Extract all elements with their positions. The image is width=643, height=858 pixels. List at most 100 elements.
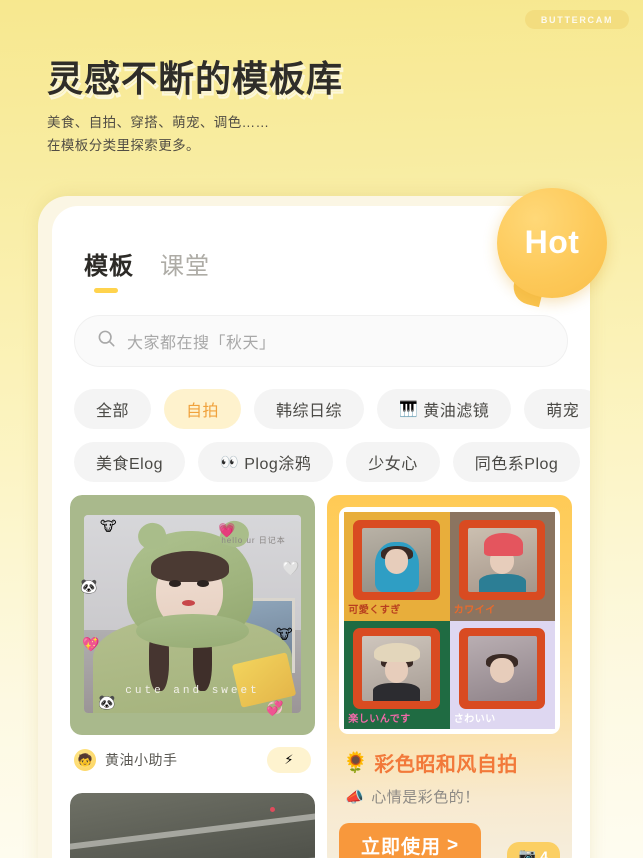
cow-sticker: 🐮 xyxy=(100,518,117,534)
hot-badge-circle: Hot xyxy=(497,188,607,298)
search-icon xyxy=(97,329,116,353)
photo-road-line xyxy=(70,807,315,852)
brand-name: BUTTERCAM xyxy=(540,14,614,25)
photo-face xyxy=(490,658,514,683)
heart-sticker: 💖 xyxy=(82,636,100,652)
photo-subject-bangs xyxy=(151,550,230,583)
chip-label: 萌宠 xyxy=(546,403,580,420)
photo-beanie xyxy=(484,532,523,556)
chip-selfie[interactable]: 自拍 xyxy=(164,389,242,429)
photo-lips xyxy=(181,600,195,607)
photo-inner xyxy=(467,636,537,701)
chip-same-color-plog[interactable]: 同色系Plog xyxy=(452,442,581,482)
chip-label: Plog涂鸦 xyxy=(244,456,312,473)
grid-photo-2: カワイイ xyxy=(449,512,555,621)
photo-subject-scarf xyxy=(136,614,249,648)
panda-sticker: 🐼 xyxy=(80,578,98,594)
piano-icon: 🎹 xyxy=(399,400,419,418)
tab-templates-label: 模板 xyxy=(84,253,134,280)
grid-photo-caption: カワイイ xyxy=(453,605,496,617)
scalloped-frame xyxy=(353,519,440,600)
card-meta-row: 🧒 黄油小助手 ⚡ xyxy=(70,735,315,781)
template-card-live[interactable]: LIVE! シリーズ もっ xyxy=(70,793,315,858)
grid-photo-caption: 楽しいんです xyxy=(348,713,411,725)
chip-label: 黄油滤镜 xyxy=(423,403,490,420)
eyes-icon: 👀 xyxy=(220,453,240,471)
hero-section: 灵感不断的模板库 灵感不断的模板库 美食、自拍、穿搭、萌宠、调色…… 在模板分类… xyxy=(47,58,477,157)
chip-korean-japanese-variety[interactable]: 韩综日综 xyxy=(254,389,365,429)
filter-chip-row-2: 美食Elog 👀 Plog涂鸦 少女心 同色系Plog xyxy=(74,442,590,482)
template-card-grid: hello ur 日记本 cute and sweet 🐮 🐼 💗 🤍 💖 🐮 … xyxy=(52,495,590,858)
card-thumbnail: hello ur 日记本 cute and sweet 🐮 🐼 💗 🤍 💖 🐮 … xyxy=(70,495,315,735)
scalloped-frame xyxy=(353,628,440,709)
sunflower-icon: 🌻 xyxy=(343,752,369,775)
chip-plog-doodle[interactable]: 👀 Plog涂鸦 xyxy=(198,442,334,482)
camera-icon: 📷 xyxy=(518,847,537,858)
use-now-button[interactable]: 立即使用 > xyxy=(339,823,482,858)
scalloped-frame xyxy=(458,519,546,600)
chip-all[interactable]: 全部 xyxy=(74,389,152,429)
chip-label: 同色系Plog xyxy=(474,456,559,473)
hot-badge: Hot xyxy=(497,188,607,308)
grid-photo-3: 楽しいんです xyxy=(344,620,450,730)
chip-cute-pets[interactable]: 萌宠 xyxy=(524,389,590,429)
photo-eye-right xyxy=(196,580,209,588)
card-title-row: 🌻 彩色昭和风自拍 xyxy=(343,748,560,777)
hot-badge-label: Hot xyxy=(524,223,580,260)
card-column-left: hello ur 日记本 cute and sweet 🐮 🐼 💗 🤍 💖 🐮 … xyxy=(70,495,315,858)
lightning-badge[interactable]: ⚡ xyxy=(267,747,311,773)
tab-active-underline xyxy=(94,288,118,293)
search-bar[interactable]: 大家都在搜「秋天」 xyxy=(74,315,568,367)
photo-count-badge: 📷 4 xyxy=(506,842,560,858)
card-author-name: 黄油小助手 xyxy=(105,752,178,768)
grid-photo-1: 可愛くすぎ xyxy=(344,512,450,621)
photo-inner xyxy=(362,527,432,592)
chip-food-elog[interactable]: 美食Elog xyxy=(74,442,186,482)
template-card-cute-and-sweet[interactable]: hello ur 日记本 cute and sweet 🐮 🐼 💗 🤍 💖 🐮 … xyxy=(70,495,315,781)
card-cta-row: 立即使用 > 📷 4 xyxy=(339,823,560,858)
brand-logo-pill: BUTTERCAM xyxy=(525,10,629,29)
photo-eye-left xyxy=(168,580,181,588)
avatar: 🧒 xyxy=(74,749,96,771)
heart-sticker: 🤍 xyxy=(282,560,300,576)
hero-subtitle-line1: 美食、自拍、穿搭、萌宠、调色…… xyxy=(47,115,270,131)
photo-inner xyxy=(467,527,537,592)
chip-label: 全部 xyxy=(96,403,130,420)
card-photo-grid: 可愛くすぎ カワイイ 楽しいんです さわいい xyxy=(339,507,560,735)
photo-hat xyxy=(373,642,420,662)
chip-label: 自拍 xyxy=(186,403,220,420)
template-card-showa-color-selfie[interactable]: 可愛くすぎ カワイイ 楽しいんです さわいい 🌻 彩色昭和风自拍 📣 心情是彩色… xyxy=(327,495,572,858)
chevron-right-icon: > xyxy=(447,834,460,856)
chip-label: 韩综日综 xyxy=(276,403,343,420)
hero-subtitle: 美食、自拍、穿搭、萌宠、调色…… 在模板分类里探索更多。 xyxy=(47,112,477,157)
photo-inner xyxy=(362,636,432,701)
grid-photo-caption: 可愛くすぎ xyxy=(348,605,401,617)
photo-count-value: 4 xyxy=(540,847,548,858)
heart-sticker: 💞 xyxy=(266,700,284,716)
heart-sticker: 💗 xyxy=(218,522,236,538)
photo-caption: cute and sweet xyxy=(125,685,260,698)
phone-panel: 模板 课堂 大家都在搜「秋天」 全部 自拍 韩综日综 🎹 黄油滤镜 萌宠 美食E… xyxy=(52,206,590,858)
card-subtitle-row: 📣 心情是彩色的！ xyxy=(345,786,560,807)
chip-label: 少女心 xyxy=(368,456,418,473)
chip-girly-heart[interactable]: 少女心 xyxy=(346,442,440,482)
filter-chip-container: 全部 自拍 韩综日综 🎹 黄油滤镜 萌宠 美食Elog 👀 Plog涂鸦 少女心… xyxy=(52,389,590,482)
tab-classroom[interactable]: 课堂 xyxy=(160,246,210,281)
chip-label: 美食Elog xyxy=(96,456,164,473)
grid-photo-caption: さわいい xyxy=(453,713,496,725)
photo-light-dot xyxy=(270,807,275,812)
card-thumbnail: LIVE! シリーズ もっ xyxy=(70,793,315,858)
filter-chip-row-1: 全部 自拍 韩综日综 🎹 黄油滤镜 萌宠 xyxy=(74,389,590,429)
chip-butter-filter[interactable]: 🎹 黄油滤镜 xyxy=(377,389,512,429)
scalloped-frame xyxy=(458,628,546,709)
search-input[interactable]: 大家都在搜「秋天」 xyxy=(127,329,276,353)
grid-photo-4: さわいい xyxy=(449,620,555,730)
use-now-label: 立即使用 xyxy=(361,837,442,858)
photo-shirt xyxy=(478,573,526,592)
card-subtitle: 心情是彩色的！ xyxy=(371,789,480,807)
page-title: 灵感不断的模板库 xyxy=(47,58,344,99)
card-column-right: 可愛くすぎ カワイイ 楽しいんです さわいい 🌻 彩色昭和风自拍 📣 心情是彩色… xyxy=(327,495,572,858)
card-title: 彩色昭和风自拍 xyxy=(374,754,518,777)
tab-templates[interactable]: 模板 xyxy=(84,246,134,293)
panda-sticker: 🐼 xyxy=(98,694,116,710)
